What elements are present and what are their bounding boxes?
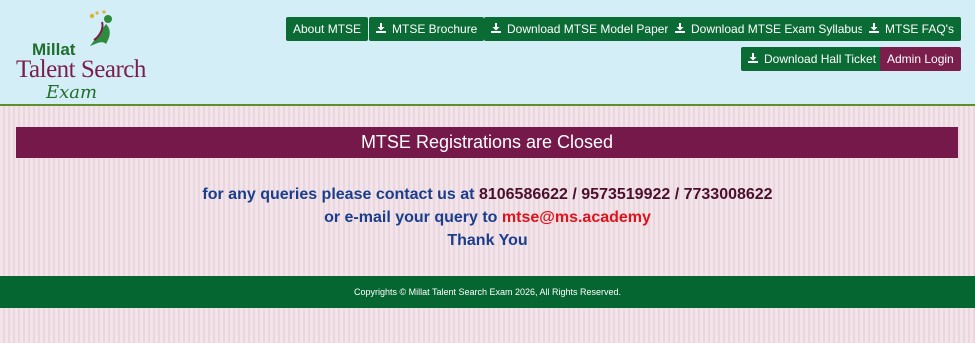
site-header: Millat Talent Search Exam About MTSE MTS… (0, 0, 975, 106)
download-icon (748, 53, 758, 64)
download-syllabus-label: Download MTSE Exam Syllabus (691, 22, 864, 36)
mtse-faqs-button[interactable]: MTSE FAQ's (862, 17, 961, 41)
download-model-paper-label: Download MTSE Model Paper (507, 22, 669, 36)
mtse-brochure-button[interactable]: MTSE Brochure (369, 17, 485, 41)
contact-email-link[interactable]: mtse@ms.academy (502, 209, 651, 226)
about-mtse-button[interactable]: About MTSE (286, 17, 369, 41)
site-logo[interactable]: Millat Talent Search Exam (12, 6, 146, 103)
contact-phone-numbers[interactable]: 8106586622 / 9573519922 / 7733008622 (479, 186, 773, 203)
download-icon (491, 23, 501, 34)
thank-you-text: Thank You (447, 232, 528, 249)
download-syllabus-button[interactable]: Download MTSE Exam Syllabus (668, 17, 871, 41)
download-model-paper-button[interactable]: Download MTSE Model Paper (484, 17, 676, 41)
copyright-text: Copyrights © Millat Talent Search Exam 2… (353, 287, 622, 297)
download-hall-ticket-label: Download Hall Ticket (764, 52, 877, 66)
download-icon (376, 23, 386, 34)
site-footer: Copyrights © Millat Talent Search Exam 2… (0, 276, 975, 308)
logo-figure-icon (89, 10, 112, 46)
mtse-brochure-label: MTSE Brochure (392, 22, 478, 36)
contact-email-line: or e-mail your query to mtse@ms.academy (0, 209, 975, 227)
contact-phone-prefix: for any queries please contact us at (202, 186, 479, 203)
admin-login-button[interactable]: Admin Login (880, 47, 961, 71)
about-mtse-label: About MTSE (293, 22, 362, 36)
contact-phone-line: for any queries please contact us at 810… (0, 186, 975, 204)
mtse-faqs-label: MTSE FAQ's (885, 22, 954, 36)
admin-login-label: Admin Login (887, 52, 954, 66)
logo-text-talent-search: Talent Search (16, 56, 146, 83)
contact-email-prefix: or e-mail your query to (324, 209, 502, 226)
download-hall-ticket-button[interactable]: Download Hall Ticket (741, 47, 884, 71)
download-icon (675, 23, 685, 34)
registrations-closed-banner: MTSE Registrations are Closed (16, 127, 958, 158)
download-icon (869, 23, 879, 34)
logo-text-exam: Exam (46, 82, 98, 103)
